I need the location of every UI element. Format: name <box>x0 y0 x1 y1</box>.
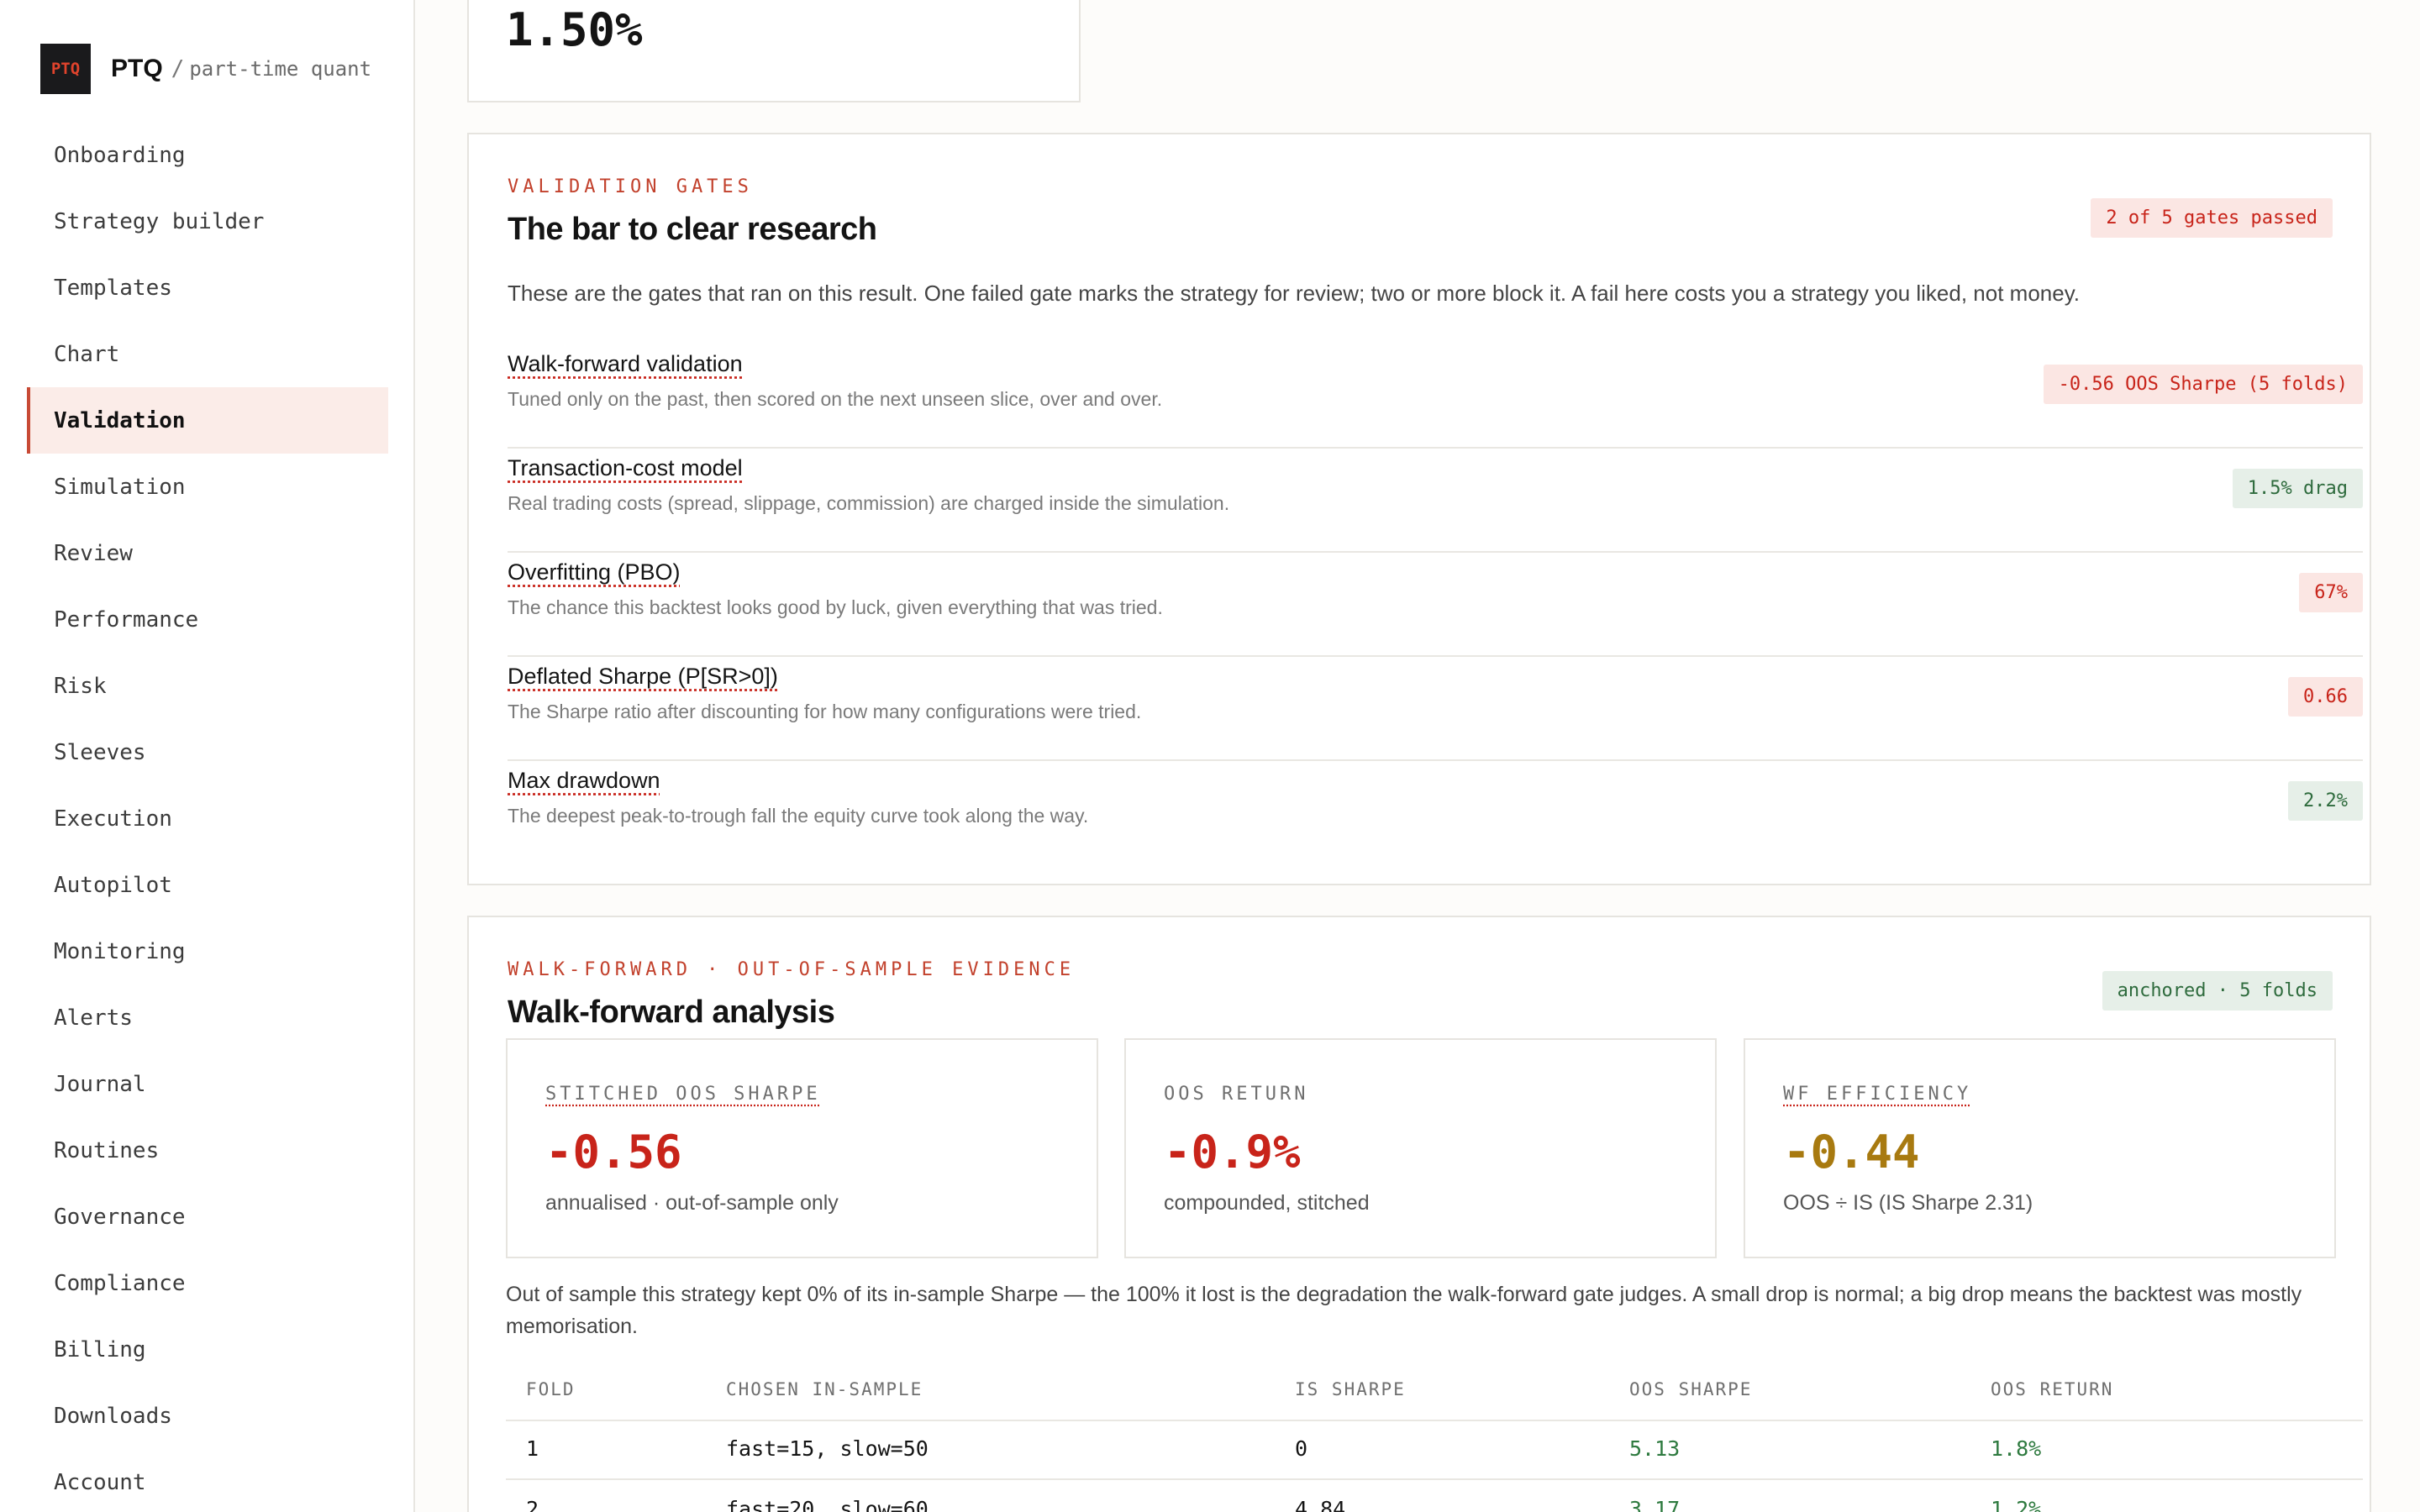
gate-result-badge: 67% <box>2299 573 2363 612</box>
gate-result-badge: 2.2% <box>2288 781 2363 821</box>
metric-label[interactable]: STITCHED OOS SHARPE <box>545 1084 821 1105</box>
brand-name: PTQ <box>111 55 163 82</box>
metric-subtext: annualised · out-of-sample only <box>545 1191 839 1215</box>
table-cell-oos-return: 1.8% <box>1991 1436 2042 1461</box>
gate-name[interactable]: Walk-forward validation <box>508 351 743 377</box>
metric-card-oos-sharpe: STITCHED OOS SHARPE -0.56 annualised · o… <box>506 1038 1098 1258</box>
sidebar-item-compliance[interactable]: Compliance <box>27 1250 388 1316</box>
gate-name[interactable]: Transaction-cost model <box>508 455 743 481</box>
sidebar-item-account[interactable]: Account <box>27 1449 388 1512</box>
gate-description: The chance this backtest looks good by l… <box>508 596 1163 618</box>
sidebar-item-chart[interactable]: Chart <box>27 321 388 387</box>
gate-result-badge: 0.66 <box>2288 677 2363 717</box>
sidebar-item-performance[interactable]: Performance <box>27 586 388 653</box>
gate-description: Real trading costs (spread, slippage, co… <box>508 492 1230 514</box>
table-cell-fold: 2 <box>526 1497 539 1512</box>
table-row-divider <box>506 1478 2363 1480</box>
sidebar-item-simulation[interactable]: Simulation <box>27 454 388 520</box>
gate-row-transaction-cost: Transaction-cost model Real trading cost… <box>508 449 2363 553</box>
metric-label[interactable]: WF EFFICIENCY <box>1783 1084 1971 1105</box>
gate-description: The Sharpe ratio after discounting for h… <box>508 701 1142 722</box>
walk-forward-summary: Out of sample this strategy kept 0% of i… <box>506 1283 2302 1338</box>
sidebar-item-templates[interactable]: Templates <box>27 255 388 321</box>
walk-forward-title: Walk-forward analysis <box>508 995 835 1030</box>
gate-name[interactable]: Max drawdown <box>508 768 660 794</box>
table-cell-oos-sharpe: 3.17 <box>1629 1497 1681 1512</box>
table-header-divider <box>506 1420 2363 1421</box>
sidebar-item-autopilot[interactable]: Autopilot <box>27 852 388 918</box>
table-header-is-sharpe: IS SHARPE <box>1295 1379 1406 1399</box>
validation-title: The bar to clear research <box>508 212 877 247</box>
gate-row-deflated-sharpe: Deflated Sharpe (P[SR>0]) The Sharpe rat… <box>508 657 2363 761</box>
metric-subtext: compounded, stitched <box>1164 1191 1370 1215</box>
sidebar: PTQ PTQ / part-time quant Onboarding Str… <box>0 0 415 1512</box>
sidebar-item-alerts[interactable]: Alerts <box>27 984 388 1051</box>
metric-value: -0.56 <box>545 1126 682 1179</box>
metric-subtext: OOS ÷ IS (IS Sharpe 2.31) <box>1783 1191 2033 1215</box>
gate-name[interactable]: Overfitting (PBO) <box>508 559 681 585</box>
gate-result-badge: 1.5% drag <box>2232 469 2363 508</box>
sidebar-item-governance[interactable]: Governance <box>27 1184 388 1250</box>
top-metric-card: 1.50% <box>467 0 1081 102</box>
gate-result-badge: -0.56 OOS Sharpe (5 folds) <box>2043 365 2363 404</box>
top-metric-value: 1.50% <box>506 3 643 56</box>
gate-name[interactable]: Deflated Sharpe (P[SR>0]) <box>508 664 778 690</box>
sidebar-item-strategy-builder[interactable]: Strategy builder <box>27 188 388 255</box>
validation-eyebrow: VALIDATION GATES <box>508 176 753 197</box>
walk-forward-eyebrow: WALK-FORWARD · OUT-OF-SAMPLE EVIDENCE <box>508 959 1076 980</box>
sidebar-item-billing[interactable]: Billing <box>27 1316 388 1383</box>
table-header-oos-return: OOS RETURN <box>1991 1379 2114 1399</box>
table-cell-is-sharpe: 0 <box>1295 1436 1308 1461</box>
brand-separator: / <box>171 56 185 81</box>
metric-value: -0.44 <box>1783 1126 1920 1179</box>
sidebar-item-validation[interactable]: Validation <box>27 387 388 454</box>
sidebar-item-journal[interactable]: Journal <box>27 1051 388 1117</box>
gate-description: The deepest peak-to-trough fall the equi… <box>508 805 1089 827</box>
brand[interactable]: PTQ PTQ / part-time quant <box>40 44 371 94</box>
table-cell-fold: 1 <box>526 1436 539 1461</box>
walk-forward-badge: anchored · 5 folds <box>2102 971 2333 1011</box>
table-cell-oos-return: 1.2% <box>1991 1497 2042 1512</box>
metric-label: OOS RETURN <box>1164 1084 1309 1105</box>
validation-gates-card: VALIDATION GATES The bar to clear resear… <box>467 133 2371 885</box>
validation-intro: These are the gates that ran on this res… <box>508 281 2080 306</box>
metric-card-wf-efficiency: WF EFFICIENCY -0.44 OOS ÷ IS (IS Sharpe … <box>1744 1038 2336 1258</box>
table-header-fold: FOLD <box>526 1379 576 1399</box>
sidebar-item-routines[interactable]: Routines <box>27 1117 388 1184</box>
brand-logo: PTQ <box>40 44 91 94</box>
table-header-oos-sharpe: OOS SHARPE <box>1629 1379 1753 1399</box>
table-header-chosen-in-sample: CHOSEN IN-SAMPLE <box>726 1379 923 1399</box>
sidebar-item-risk[interactable]: Risk <box>27 653 388 719</box>
gate-row-max-drawdown: Max drawdown The deepest peak-to-trough … <box>508 761 2363 865</box>
main-content: 1.50% VALIDATION GATES The bar to clear … <box>415 0 2420 1512</box>
gate-description: Tuned only on the past, then scored on t… <box>508 388 1163 410</box>
table-cell-chosen: fast=15, slow=50 <box>726 1436 929 1461</box>
table-cell-chosen: fast=20, slow=60 <box>726 1497 929 1512</box>
brand-tagline: part-time quant <box>189 57 372 81</box>
sidebar-item-sleeves[interactable]: Sleeves <box>27 719 388 785</box>
table-cell-is-sharpe: 4.84 <box>1295 1497 1346 1512</box>
gate-row-walk-forward: Walk-forward validation Tuned only on th… <box>508 344 2363 449</box>
gates-passed-badge: 2 of 5 gates passed <box>2091 198 2333 238</box>
sidebar-item-onboarding[interactable]: Onboarding <box>27 122 388 188</box>
sidebar-item-monitoring[interactable]: Monitoring <box>27 918 388 984</box>
metric-value: -0.9% <box>1164 1126 1301 1179</box>
sidebar-item-execution[interactable]: Execution <box>27 785 388 852</box>
metric-card-oos-return: OOS RETURN -0.9% compounded, stitched <box>1124 1038 1717 1258</box>
sidebar-nav: Onboarding Strategy builder Templates Ch… <box>27 122 388 1512</box>
gate-row-overfitting: Overfitting (PBO) The chance this backte… <box>508 553 2363 657</box>
sidebar-item-review[interactable]: Review <box>27 520 388 586</box>
table-cell-oos-sharpe: 5.13 <box>1629 1436 1681 1461</box>
sidebar-item-downloads[interactable]: Downloads <box>27 1383 388 1449</box>
